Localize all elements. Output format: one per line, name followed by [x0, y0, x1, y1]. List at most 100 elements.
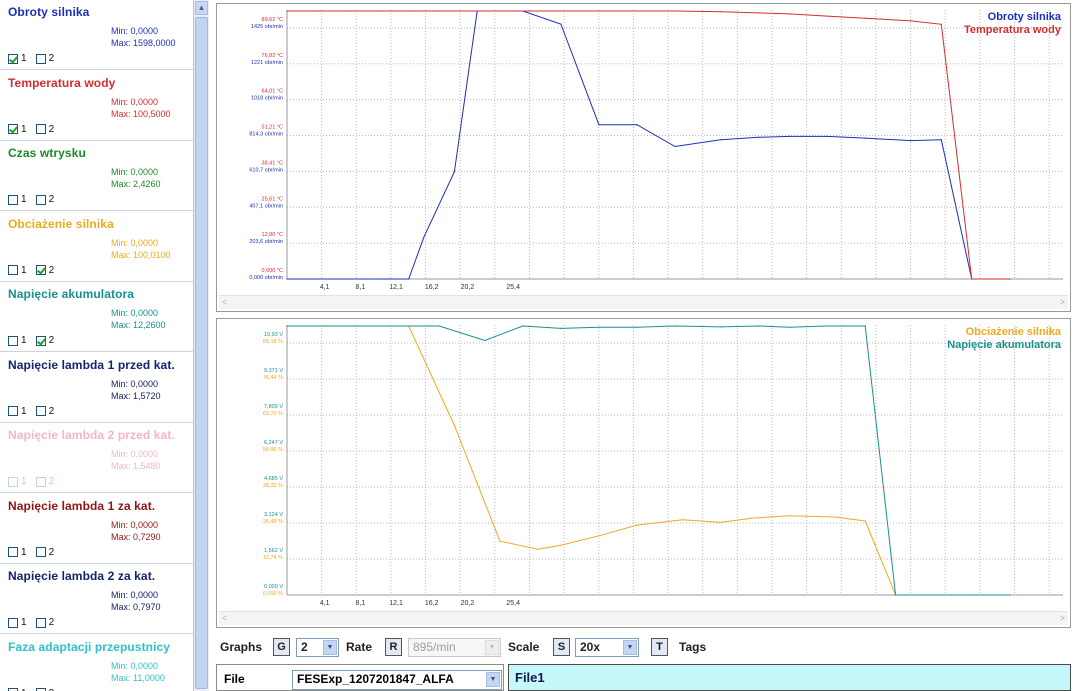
series-line — [287, 325, 1010, 596]
graph-selector: 12 — [8, 688, 63, 691]
graph-2-checkbox[interactable] — [35, 265, 46, 275]
graph-1-checkbox[interactable] — [8, 547, 18, 557]
data-point — [910, 20, 912, 22]
rate-select[interactable]: 895/min ▼ — [408, 638, 501, 657]
data-point — [720, 326, 722, 328]
parameter-item: Temperatura wody Min: 0,0000 Max: 100,5000… — [0, 71, 193, 141]
parameter-min: Min: 0,0000 — [111, 378, 159, 389]
graph-1-checkbox[interactable] — [8, 617, 18, 628]
rate-key-button[interactable]: R — [385, 638, 402, 656]
graph-1-label: 1 — [21, 123, 27, 135]
toolbar: Graphs G 2 ▼ Rate R 895/min ▼ Scale S 20… — [216, 634, 1074, 660]
graph-2-checkbox[interactable] — [35, 476, 46, 487]
graph-2-checkbox[interactable] — [35, 335, 46, 346]
x-tick-label: 4,1 — [320, 600, 330, 607]
legend-entry: Obroty silnika — [988, 11, 1062, 23]
file-select[interactable]: FESExp_1207201847_ALFA ▼ — [292, 670, 502, 690]
graph-2-checkbox[interactable] — [35, 124, 46, 134]
data-point — [438, 10, 440, 12]
graph-2-label: 2 — [48, 194, 55, 205]
data-point — [385, 278, 387, 280]
y-tick-label: 610,7 obr/min — [249, 167, 283, 173]
graph-2-checkbox[interactable] — [35, 406, 46, 416]
graph-1-checkbox[interactable] — [8, 335, 18, 346]
data-point — [636, 524, 638, 526]
y-tick-label: 9,371 V — [264, 368, 283, 374]
x-tick-label: 12,1 — [389, 600, 403, 607]
chevron-right-icon[interactable]: > — [1060, 612, 1065, 625]
graph-selector: 12 — [8, 335, 63, 348]
chevron-down-icon[interactable]: ▼ — [485, 640, 499, 655]
graph-selector: 12 — [8, 53, 63, 66]
data-point — [674, 145, 676, 148]
data-point — [286, 325, 288, 327]
graph-1-checkbox[interactable] — [8, 406, 18, 416]
chart-2-canvas: 0,000 V0,000 %1,562 V12,74 %3,124 V25,48… — [263, 325, 1063, 607]
parameter-max: Max: 1,5480 — [111, 461, 161, 471]
parameter-list-scrollbar[interactable]: ▲ — [193, 0, 209, 691]
data-point — [720, 11, 722, 13]
legend-entry: Obciażenie silnika — [966, 326, 1062, 338]
graph-1-label: 1 — [21, 53, 27, 64]
chart-2-horizontal-scrollbar[interactable]: < > — [219, 611, 1068, 625]
chevron-down-icon[interactable]: ▼ — [486, 672, 500, 687]
chevron-right-icon[interactable]: > — [1060, 296, 1065, 309]
graph-2-label: 2 — [48, 335, 55, 346]
graph-1-checkbox[interactable] — [8, 124, 18, 134]
chevron-left-icon[interactable]: < — [222, 612, 227, 625]
scrollbar-thumb[interactable] — [195, 17, 208, 689]
data-point — [560, 23, 562, 25]
graph-2-label: 2 — [48, 546, 55, 558]
chevron-down-icon[interactable]: ▼ — [623, 640, 637, 655]
parameter-name: Napięcie akumulatora — [8, 287, 135, 301]
graph-1-checkbox[interactable] — [8, 194, 18, 205]
y-tick-label: 0,000 obr/min — [249, 275, 283, 281]
chevron-left-icon[interactable]: < — [222, 296, 227, 309]
graph-1-checkbox[interactable] — [8, 476, 18, 487]
graph-2-checkbox[interactable] — [35, 617, 46, 628]
parameter-min: Min: 0,0000 — [111, 660, 159, 671]
data-point — [682, 519, 684, 521]
scale-key-button[interactable]: S — [553, 638, 570, 656]
parameter-name: Czas wtrysku — [8, 146, 86, 160]
parameter-item: Napięcie lambda 2 przed kat. Min: 0,0000 M… — [0, 423, 193, 493]
file-panel: File1 — [508, 664, 1071, 691]
graph-1-checkbox[interactable] — [8, 53, 18, 64]
data-point — [316, 10, 318, 12]
data-point — [674, 325, 676, 327]
data-point — [788, 515, 790, 517]
graph-2-label: 2 — [48, 476, 55, 487]
graphs-key-button[interactable]: G — [273, 638, 290, 656]
graphs-select[interactable]: 2 ▼ — [296, 638, 339, 657]
scroll-up-icon[interactable]: ▲ — [195, 1, 208, 15]
data-point — [560, 10, 562, 12]
graph-1-checkbox[interactable] — [8, 265, 18, 275]
y-tick-label: 51,21 °C — [262, 125, 283, 131]
y-tick-label: 0,000 % — [263, 591, 283, 597]
data-point — [408, 278, 410, 280]
x-tick-label: 25,4 — [506, 600, 520, 607]
graph-2-checkbox[interactable] — [35, 194, 46, 205]
x-tick-label: 20,2 — [461, 284, 475, 291]
graph-2-label: 2 — [48, 264, 55, 276]
chevron-down-icon[interactable]: ▼ — [323, 640, 337, 655]
data-point — [788, 135, 790, 137]
x-tick-label: 25,4 — [506, 284, 520, 291]
data-point — [408, 10, 410, 12]
parameter-max: Max: 1,5720 — [111, 390, 161, 401]
graph-selector: 12 — [8, 406, 63, 419]
series-line — [287, 10, 1010, 280]
graph-2-checkbox[interactable] — [35, 53, 46, 64]
y-tick-label: 89,62 °C — [262, 17, 283, 23]
parameter-max: Max: 100,0100 — [111, 249, 171, 260]
scale-select[interactable]: 20x ▼ — [575, 638, 639, 657]
series-line — [287, 10, 1010, 280]
data-point — [514, 10, 516, 12]
graph-2-checkbox[interactable] — [35, 547, 46, 557]
parameter-max: Max: 11,0000 — [111, 672, 165, 683]
chart-1-horizontal-scrollbar[interactable]: < > — [219, 295, 1068, 309]
y-tick-label: 814,3 obr/min — [249, 132, 283, 138]
file-panel-title: File1 — [515, 670, 545, 685]
data-point — [408, 325, 410, 327]
tags-key-button[interactable]: T — [651, 638, 668, 656]
